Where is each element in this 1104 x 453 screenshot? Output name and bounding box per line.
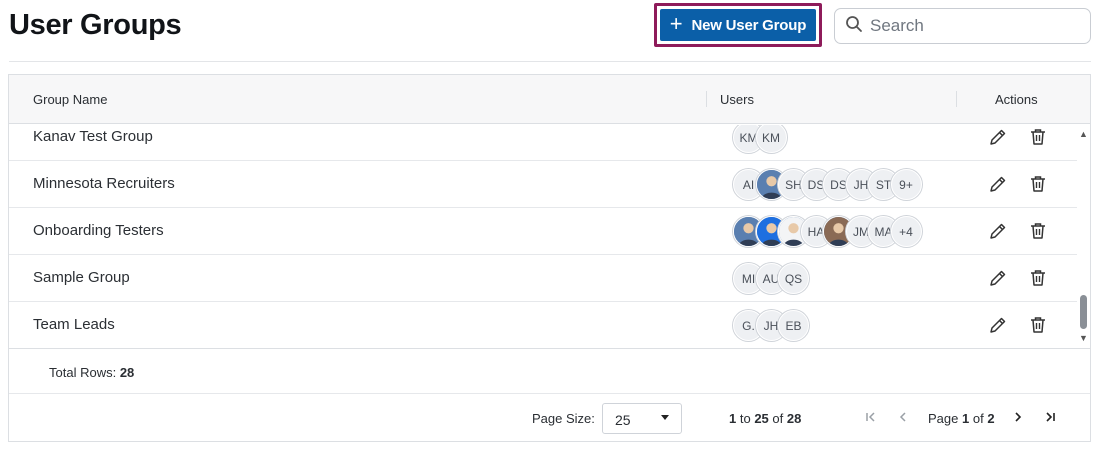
group-name: Sample Group <box>33 269 130 286</box>
user-avatar[interactable]: EB <box>778 310 809 341</box>
group-name: Minnesota Recruiters <box>33 175 175 192</box>
total-rows-label: Total Rows: <box>49 365 117 380</box>
next-page-icon[interactable] <box>1010 409 1026 425</box>
edit-pencil-icon[interactable] <box>987 126 1009 148</box>
scroll-up-icon[interactable]: ▲ <box>1079 129 1088 139</box>
last-page-icon[interactable] <box>1042 409 1058 425</box>
grid-body: Kanav Test Group KM KM Minnesota Recruiters… <box>9 125 1077 348</box>
column-header-group-name[interactable]: Group Name <box>33 92 107 107</box>
total-rows-bar: Total Rows: 28 <box>9 348 1090 394</box>
delete-trash-icon[interactable] <box>1027 126 1049 148</box>
first-page-icon[interactable] <box>863 409 879 425</box>
page-size-value: 25 <box>615 412 631 428</box>
user-avatar[interactable]: 9+ <box>890 169 922 200</box>
grid-header: Group Name Users Actions <box>9 75 1090 124</box>
page-title: User Groups <box>9 9 182 41</box>
user-groups-grid: Group Name Users Actions Kanav Test Grou… <box>8 74 1091 442</box>
previous-page-icon[interactable] <box>895 409 911 425</box>
edit-pencil-icon[interactable] <box>987 314 1009 336</box>
table-row[interactable]: Kanav Test Group KM KM <box>9 125 1077 161</box>
page-size-select[interactable]: 25 <box>602 403 682 434</box>
user-avatar[interactable]: QS <box>778 263 809 294</box>
search-input[interactable] <box>870 16 1070 36</box>
delete-trash-icon[interactable] <box>1027 173 1049 195</box>
column-separator[interactable] <box>706 91 707 107</box>
delete-trash-icon[interactable] <box>1027 314 1049 336</box>
user-avatar[interactable]: KM <box>755 125 787 153</box>
total-rows-value: 28 <box>119 365 135 380</box>
edit-pencil-icon[interactable] <box>987 220 1009 242</box>
column-header-users[interactable]: Users <box>720 92 754 107</box>
new-user-group-label: New User Group <box>691 16 807 34</box>
table-row[interactable]: Team Leads G. JH EB <box>9 302 1077 348</box>
group-name: Kanav Test Group <box>33 128 153 145</box>
group-name: Team Leads <box>33 316 115 333</box>
total-rows: Total Rows: 28 <box>49 365 134 380</box>
table-row[interactable]: Minnesota Recruiters AI SH DS DS JH ST 9+ <box>9 161 1077 208</box>
table-row[interactable]: Sample Group MI AU QS <box>9 255 1077 302</box>
header-divider <box>9 61 1091 62</box>
page-of-label: of <box>972 411 984 426</box>
search-icon <box>845 15 863 38</box>
page-size-label: Page Size: <box>532 411 595 426</box>
page-indicator: Page 1 of 2 <box>928 411 995 426</box>
vertical-scrollbar[interactable]: ▲ ▼ <box>1077 125 1090 348</box>
range-to-label: to <box>739 411 751 426</box>
new-user-group-focus-ring: + New User Group <box>654 3 822 47</box>
plus-icon: + <box>669 11 683 36</box>
search-box[interactable] <box>834 8 1091 44</box>
column-header-actions: Actions <box>995 92 1038 107</box>
edit-pencil-icon[interactable] <box>987 267 1009 289</box>
new-user-group-button[interactable]: + New User Group <box>660 9 816 41</box>
range-total: 28 <box>786 411 802 426</box>
range-from: 1 <box>729 411 737 426</box>
delete-trash-icon[interactable] <box>1027 220 1049 242</box>
group-name: Onboarding Testers <box>33 222 164 239</box>
page-total: 2 <box>987 411 995 426</box>
pagination: Page Size: 25 1 to 25 of 28 Page 1 of 2 <box>9 394 1090 442</box>
table-row[interactable]: Onboarding Testers HA JM MA +4 <box>9 208 1077 255</box>
column-separator[interactable] <box>956 91 957 107</box>
range-to: 25 <box>754 411 769 426</box>
user-avatar[interactable]: +4 <box>890 216 922 247</box>
chevron-down-icon <box>661 415 669 420</box>
range-of-label: of <box>772 411 784 426</box>
page-current: 1 <box>962 411 970 426</box>
scroll-down-icon[interactable]: ▼ <box>1079 333 1088 343</box>
row-range: 1 to 25 of 28 <box>729 411 801 426</box>
page-label: Page <box>928 411 959 426</box>
scrollbar-thumb[interactable] <box>1080 295 1087 329</box>
edit-pencil-icon[interactable] <box>987 173 1009 195</box>
delete-trash-icon[interactable] <box>1027 267 1049 289</box>
